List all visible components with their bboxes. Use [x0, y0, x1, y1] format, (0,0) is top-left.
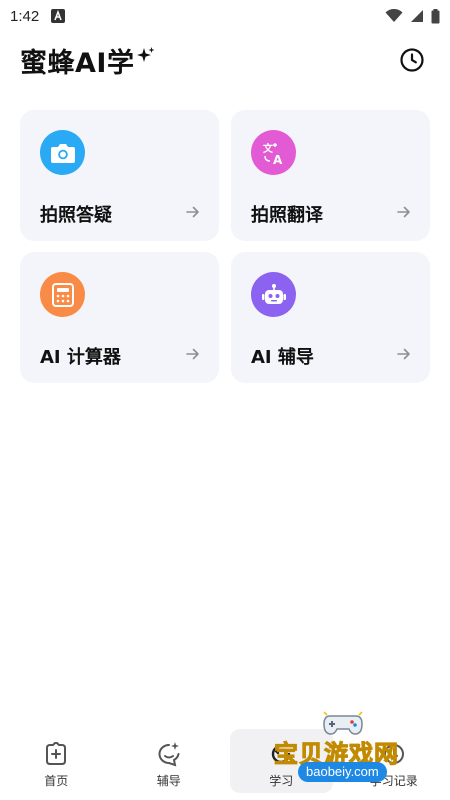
nav-tutor[interactable]: 辅导 — [113, 720, 226, 800]
card-ai-calculator[interactable]: AI 计算器 — [20, 252, 219, 383]
status-icons — [385, 8, 440, 24]
arrow-right-icon — [186, 348, 199, 360]
arrow-right-icon — [397, 206, 410, 218]
nav-label: 首页 — [44, 774, 69, 788]
watermark-url: baobeiy.com — [298, 762, 387, 782]
nav-label: 辅导 — [156, 774, 181, 788]
nav-home[interactable]: 首页 — [0, 720, 113, 800]
chat-sparkle-icon — [158, 742, 180, 767]
history-button[interactable] — [396, 44, 428, 76]
status-bar: 1:42 — [0, 0, 450, 32]
clock-icon — [400, 48, 424, 72]
card-label: AI 辅导 — [251, 347, 314, 368]
home-plus-icon — [46, 742, 67, 765]
card-label: 拍照翻译 — [251, 205, 323, 226]
accessibility-notification-icon — [51, 9, 66, 23]
camera-icon — [40, 130, 85, 175]
feature-grid: 拍照答疑 文 A 拍照翻译 AI 计算器 AI 辅导 — [20, 110, 430, 383]
status-time: 1:42 — [10, 7, 40, 25]
signal-icon — [411, 10, 423, 22]
arrow-right-icon — [186, 206, 199, 218]
svg-text:A: A — [273, 153, 283, 166]
robot-icon — [251, 272, 296, 317]
calculator-icon — [40, 272, 85, 317]
card-ai-tutor[interactable]: AI 辅导 — [231, 252, 430, 383]
arrow-right-icon — [397, 348, 410, 360]
translate-icon: 文 A — [251, 130, 296, 175]
card-photo-qa[interactable]: 拍照答疑 — [20, 110, 219, 241]
card-label: 拍照答疑 — [40, 205, 112, 226]
app-title: 蜜蜂AI学 — [20, 47, 135, 79]
card-photo-translate[interactable]: 文 A 拍照翻译 — [231, 110, 430, 241]
sparkle-icon — [137, 47, 155, 62]
header: 蜜蜂AI学 — [20, 40, 430, 80]
battery-icon — [431, 8, 440, 23]
watermark: 宝贝游戏网 baobeiy.com — [274, 706, 424, 798]
card-label: AI 计算器 — [40, 347, 121, 368]
wifi-icon — [385, 9, 403, 22]
